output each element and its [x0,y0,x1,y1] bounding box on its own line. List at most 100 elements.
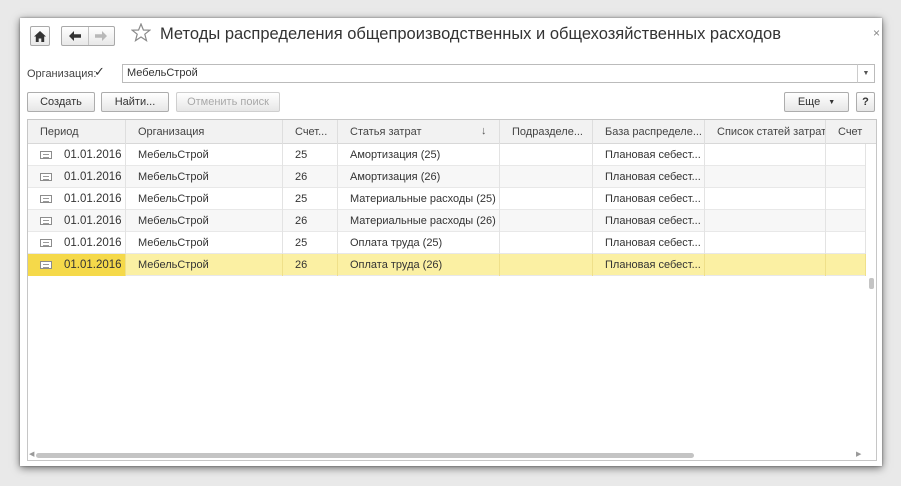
cell-period-text: 01.01.2016 [64,237,122,249]
cell-account-text: 26 [295,215,308,227]
cell-account-text: 25 [295,193,308,205]
cell-organization-text: МебельСтрой [138,149,209,161]
cell-period-text: 01.01.2016 [64,193,122,205]
cell-department [500,210,593,232]
cell-account-2 [826,166,866,188]
favorite-button[interactable] [130,22,152,49]
cell-account-2 [826,232,866,254]
record-icon [40,261,52,269]
scroll-right-icon[interactable]: ▶ [856,450,861,458]
cell-organization-text: МебельСтрой [138,215,209,227]
cell-account-2 [826,188,866,210]
table-row[interactable]: 01.01.2016 МебельСтрой 25 Материальные расх… [28,188,866,210]
column-header-cost-items-list[interactable]: Список статей затрат [705,120,826,144]
arrow-right-icon [95,31,108,41]
arrow-left-icon [68,31,81,41]
cell-organization: МебельСтрой [126,144,283,166]
cell-period-text: 01.01.2016 [64,149,122,161]
cell-period-text: 01.01.2016 [64,215,122,227]
column-header-organization[interactable]: Организация [126,120,283,144]
cell-distribution-base: Плановая себест... [593,210,705,232]
column-header-account[interactable]: Счет... [283,120,338,144]
cell-cost-items-list [705,144,826,166]
cell-distribution-base: Плановая себест... [593,232,705,254]
title-bar: Методы распределения общепроизводственны… [20,18,882,54]
cell-distribution-base-text: Плановая себест... [605,171,701,183]
cell-cost-item-text: Оплата труда (26) [350,259,443,271]
cell-organization: МебельСтрой [126,232,283,254]
cell-organization-text: МебельСтрой [138,193,209,205]
create-button[interactable]: Создать [27,92,95,112]
table-row[interactable]: 01.01.2016 МебельСтрой 26 Материальные расх… [28,210,866,232]
cell-cost-item-text: Материальные расходы (26) [350,215,496,227]
cell-account-2 [826,210,866,232]
cell-cost-item: Материальные расходы (26) [338,210,500,232]
record-icon [40,195,52,203]
horizontal-scroll-thumb[interactable] [36,453,694,458]
horizontal-scrollbar[interactable]: ◀ ▶ [28,450,866,460]
more-button-label: Еще [797,96,821,108]
cell-organization-text: МебельСтрой [138,259,209,271]
cell-account: 26 [283,254,338,276]
cell-period: 01.01.2016 [28,232,126,254]
close-icon[interactable]: × [873,26,880,40]
scroll-left-icon[interactable]: ◀ [29,450,34,458]
back-button[interactable] [62,27,88,45]
find-button[interactable]: Найти... [101,92,169,112]
vertical-scrollbar[interactable] [867,144,876,460]
record-icon [40,239,52,247]
cell-cost-items-list [705,254,826,276]
column-header-department[interactable]: Подразделе... [500,120,593,144]
vertical-scroll-thumb[interactable] [869,278,874,289]
cell-account-2 [826,254,866,276]
more-button[interactable]: Еще ▼ [784,92,849,112]
cell-organization-text: МебельСтрой [138,171,209,183]
organization-dropdown-button[interactable]: ▼ [857,64,875,83]
cell-distribution-base: Плановая себест... [593,188,705,210]
column-header-cost-item[interactable]: Статья затрат ↓ [338,120,500,144]
column-header-distribution-base[interactable]: База распределе... [593,120,705,144]
page-title: Методы распределения общепроизводственны… [160,25,781,43]
chevron-down-icon: ▼ [828,98,836,106]
forward-button[interactable] [89,27,115,45]
cell-account: 25 [283,144,338,166]
cell-period: 01.01.2016 [28,144,126,166]
data-table: Период Организация Счет... Статья затрат… [27,119,877,461]
cell-distribution-base-text: Плановая себест... [605,215,701,227]
cell-cost-item: Оплата труда (26) [338,254,500,276]
chevron-down-icon: ▼ [862,70,870,77]
help-button[interactable]: ? [856,92,875,112]
cell-cost-item-text: Оплата труда (25) [350,237,443,249]
cell-distribution-base: Плановая себест... [593,254,705,276]
cell-cost-item: Амортизация (25) [338,144,500,166]
cell-distribution-base: Плановая себест... [593,166,705,188]
cell-organization: МебельСтрой [126,166,283,188]
organization-field[interactable]: МебельСтрой [122,64,875,83]
cell-cost-item: Оплата труда (25) [338,232,500,254]
cell-distribution-base-text: Плановая себест... [605,149,701,161]
cell-cost-items-list [705,232,826,254]
cell-period: 01.01.2016 [28,188,126,210]
cell-cost-items-list [705,210,826,232]
table-row[interactable]: 01.01.2016 МебельСтрой 26 Оплата труда (26)… [28,254,866,276]
column-header-account-2[interactable]: Счет [826,120,876,144]
cell-organization: МебельСтрой [126,188,283,210]
organization-filter-checkbox[interactable]: ✓ [94,65,108,79]
record-icon [40,173,52,181]
star-icon [130,22,152,42]
cancel-search-button[interactable]: Отменить поиск [176,92,280,112]
cell-distribution-base: Плановая себест... [593,144,705,166]
home-button[interactable] [30,26,50,46]
column-header-period[interactable]: Период [28,120,126,144]
table-row[interactable]: 01.01.2016 МебельСтрой 25 Амортизация (25) П… [28,144,866,166]
cell-account: 25 [283,188,338,210]
sort-arrow-icon: ↓ [481,125,487,137]
cell-cost-item-text: Материальные расходы (25) [350,193,496,205]
cell-period: 01.01.2016 [28,210,126,232]
cell-distribution-base-text: Плановая себест... [605,237,701,249]
cell-account: 26 [283,210,338,232]
table-row[interactable]: 01.01.2016 МебельСтрой 25 Оплата труда (25)… [28,232,866,254]
cell-account-text: 26 [295,171,308,183]
cell-cost-item: Материальные расходы (25) [338,188,500,210]
table-row[interactable]: 01.01.2016 МебельСтрой 26 Амортизация (26) П… [28,166,866,188]
